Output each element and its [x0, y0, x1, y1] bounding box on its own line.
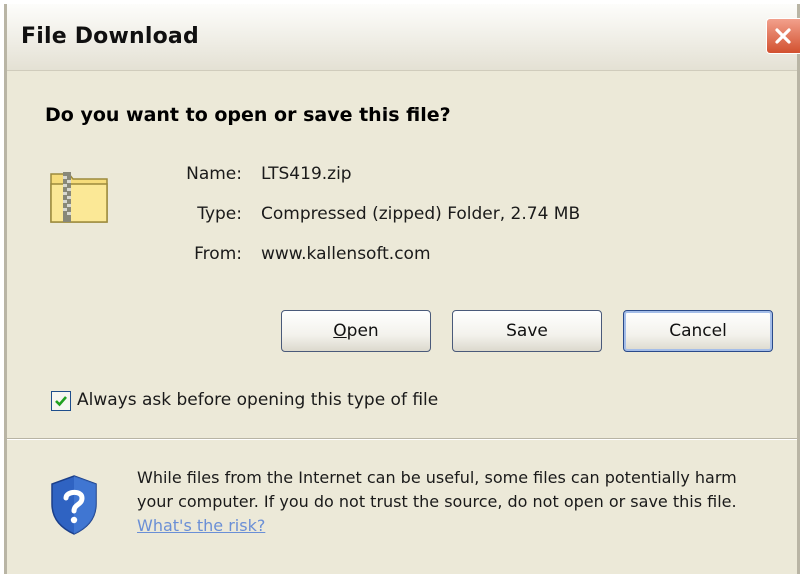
from-label: From:: [194, 244, 242, 264]
checkmark-icon: [55, 396, 67, 407]
file-type: Compressed (zipped) Folder, 2.74 MB: [261, 204, 581, 224]
close-icon: [775, 28, 791, 44]
type-label: Type:: [197, 204, 242, 224]
close-button[interactable]: [766, 18, 800, 54]
open-accelerator: O: [333, 321, 347, 341]
warning-text: While files from the Internet can be use…: [137, 468, 737, 511]
file-name: LTS419.zip: [261, 164, 352, 184]
save-button[interactable]: Save: [452, 310, 602, 352]
security-warning: While files from the Internet can be use…: [137, 466, 777, 538]
dialog-question: Do you want to open or save this file?: [45, 104, 451, 126]
open-label-rest: pen: [346, 321, 379, 341]
always-ask-checkbox[interactable]: [51, 391, 71, 411]
whats-the-risk-link[interactable]: What's the risk?: [137, 516, 265, 535]
name-label: Name:: [186, 164, 242, 184]
file-source: www.kallensoft.com: [261, 244, 431, 264]
always-ask-label[interactable]: Always ask before opening this type of f…: [77, 390, 438, 410]
open-button[interactable]: Open: [281, 310, 431, 352]
divider: [7, 438, 797, 440]
zip-folder-icon: [47, 162, 113, 232]
window-title: File Download: [21, 24, 199, 49]
cancel-button[interactable]: Cancel: [623, 310, 773, 352]
security-shield-icon: [49, 474, 99, 540]
title-bar[interactable]: File Download: [7, 4, 800, 71]
file-download-dialog: File Download Do you want to open or sav…: [4, 4, 800, 574]
